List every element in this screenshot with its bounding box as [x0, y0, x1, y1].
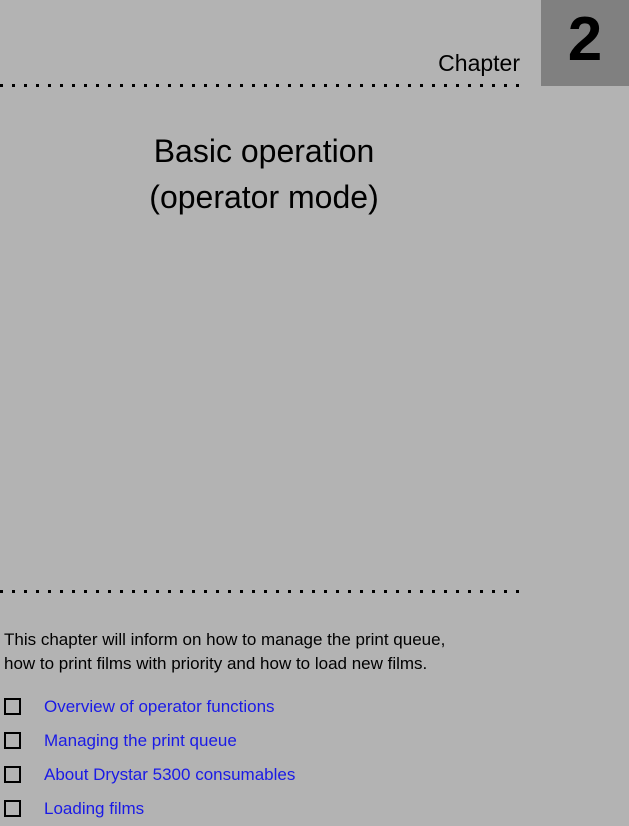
chapter-number: 2: [567, 5, 603, 74]
page-title-line-1: Basic operation: [153, 133, 375, 169]
page-title: Basic operation (operator mode): [0, 128, 528, 220]
list-item[interactable]: Managing the print queue: [0, 724, 600, 758]
toc-link-managing-the-print-queue[interactable]: Managing the print queue: [44, 731, 237, 751]
intro-line-2: how to print films with priority and how…: [4, 654, 428, 673]
divider-top: [0, 84, 526, 87]
page-title-line-2: (operator mode): [149, 179, 379, 215]
square-bullet-icon: [0, 792, 44, 826]
chapter-label: Chapter: [438, 50, 520, 76]
square-bullet-icon: [0, 690, 44, 724]
list-item[interactable]: Loading films: [0, 792, 600, 826]
intro-paragraph: This chapter will inform on how to manag…: [4, 628, 564, 676]
toc-link-loading-films[interactable]: Loading films: [44, 799, 144, 819]
list-item[interactable]: Overview of operator functions: [0, 690, 600, 724]
toc-link-about-drystar-5300-consumables[interactable]: About Drystar 5300 consumables: [44, 765, 295, 785]
intro-line-1: This chapter will inform on how to manag…: [4, 630, 446, 649]
chapter-header: Chapter 2: [0, 0, 629, 86]
chapter-cover-page: Chapter 2 Basic operation (operator mode…: [0, 0, 629, 820]
square-bullet-icon: [0, 758, 44, 792]
list-item[interactable]: About Drystar 5300 consumables: [0, 758, 600, 792]
chapter-number-block: 2: [541, 0, 629, 86]
chapter-contents-list: Overview of operator functions Managing …: [0, 690, 600, 826]
toc-link-overview-of-operator-functions[interactable]: Overview of operator functions: [44, 697, 275, 717]
divider-bottom: [0, 590, 526, 593]
square-bullet-icon: [0, 724, 44, 758]
